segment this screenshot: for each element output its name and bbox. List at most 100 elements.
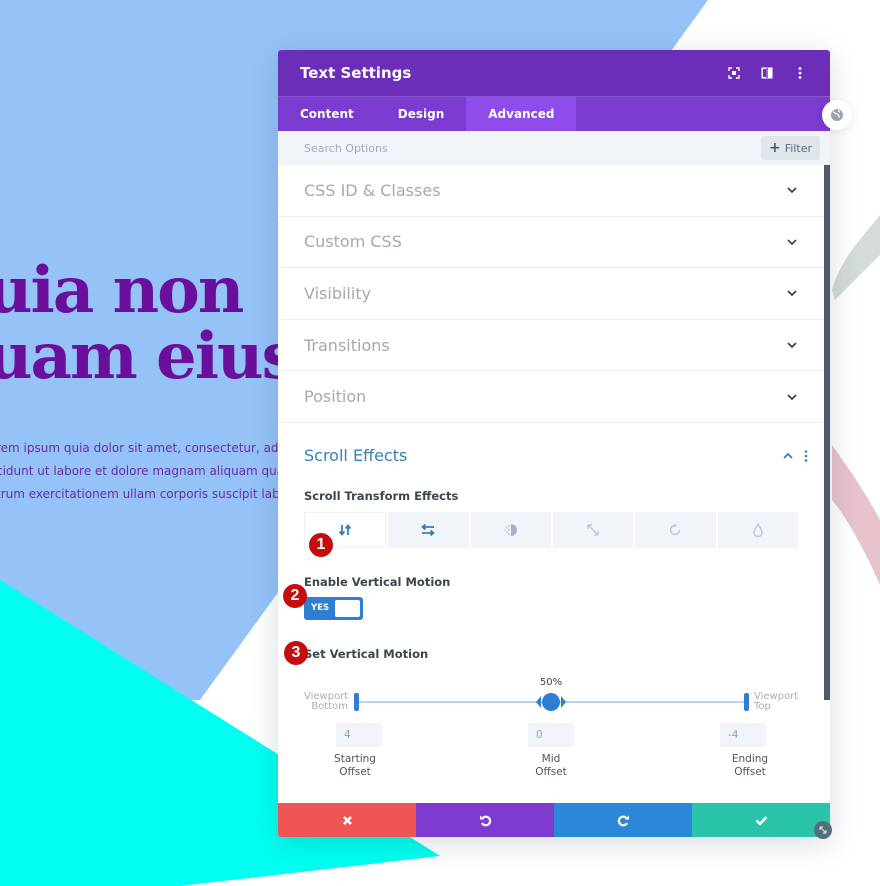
section-title: Scroll Effects: [304, 446, 408, 466]
hero-paragraph: rem ipsum quia dolor sit amet, consectet…: [0, 437, 278, 506]
redo-icon: [617, 815, 629, 826]
search-bar: + Filter: [278, 131, 830, 165]
resize-icon: [819, 826, 827, 834]
scaling-icon: [587, 524, 599, 536]
viewport-top-line: Top: [754, 700, 771, 712]
mid-offset-input[interactable]: [528, 722, 574, 747]
starting-offset-label: Starting Offset: [325, 753, 385, 779]
globe-icon: [831, 109, 843, 121]
section-position[interactable]: Position: [278, 371, 824, 423]
section-transitions[interactable]: Transitions: [278, 320, 824, 372]
chevron-down-icon: [787, 290, 797, 297]
undo-button[interactable]: [416, 803, 554, 837]
hero-heading-line: uam eius: [0, 319, 298, 394]
enable-vertical-motion-toggle[interactable]: YES: [304, 596, 363, 620]
hero-heading: uia non uam eius: [0, 253, 298, 394]
enable-vertical-motion-label: Enable Vertical Motion: [304, 574, 451, 589]
save-button[interactable]: [692, 803, 830, 837]
section-label: Visibility: [304, 283, 372, 303]
resize-handle[interactable]: [814, 821, 832, 839]
checkmark-icon: [755, 815, 767, 826]
filter-label: Filter: [784, 141, 812, 155]
chevron-down-icon: [787, 239, 797, 246]
tab-content[interactable]: Content: [278, 97, 376, 131]
scroll-effects-header[interactable]: Scroll Effects: [304, 423, 808, 489]
mid-offset-label: Mid Offset: [521, 753, 581, 779]
scrollbar[interactable]: [824, 165, 830, 700]
cancel-button[interactable]: [278, 803, 416, 837]
chevron-down-icon: [787, 187, 797, 194]
mid-arrow-right-icon: [561, 695, 566, 708]
chevron-up-icon[interactable]: [782, 452, 794, 460]
starting-offset-input[interactable]: [336, 722, 382, 747]
effect-blur[interactable]: [717, 511, 798, 548]
settings-tabs: Content Design Advanced: [278, 97, 830, 131]
scroll-effect-tabs: [304, 511, 798, 548]
effect-rotating[interactable]: [635, 511, 716, 548]
text-settings-modal: Text Settings Content Design Advanced + …: [278, 50, 830, 837]
expand-icon[interactable]: [726, 65, 742, 81]
offset-label-line: Offset: [339, 765, 371, 778]
undo-icon: [479, 815, 491, 826]
tab-design[interactable]: Design: [376, 97, 467, 131]
rotating-icon: [670, 523, 681, 536]
global-settings-button[interactable]: [822, 100, 852, 130]
section-label: CSS ID & Classes: [304, 180, 441, 200]
ending-offset-input[interactable]: [720, 722, 766, 747]
section-options-icon[interactable]: [804, 450, 808, 462]
blur-drop-icon: [753, 522, 763, 537]
modal-title: Text Settings: [300, 64, 412, 82]
offset-label-line: Ending: [731, 752, 769, 765]
chevron-down-icon: [787, 342, 797, 349]
hero-paragraph-line: rem ipsum quia dolor sit amet, consectet…: [0, 441, 278, 455]
fading-icon: [504, 523, 517, 536]
effect-horizontal-motion[interactable]: [388, 511, 469, 548]
split-view-icon[interactable]: [759, 65, 775, 81]
section-css-id-classes[interactable]: CSS ID & Classes: [278, 165, 824, 217]
section-label: Position: [304, 387, 367, 407]
section-visibility[interactable]: Visibility: [278, 268, 824, 320]
ending-offset-label: Ending Offset: [720, 753, 780, 779]
vertical-motion-range: 50% Viewport Bottom Viewport Top 4 0 -4 …: [304, 665, 798, 803]
plus-icon: +: [769, 140, 781, 156]
vertical-motion-icon: [338, 524, 352, 536]
viewport-bottom-label: Viewport Bottom: [304, 691, 348, 712]
step-badge-3: 3: [284, 641, 308, 665]
section-label: Custom CSS: [304, 232, 402, 252]
start-handle[interactable]: [354, 692, 359, 711]
toggle-knob: [335, 599, 360, 617]
close-icon: [342, 815, 352, 825]
viewport-top-label: Viewport Top: [754, 691, 798, 712]
effect-fading[interactable]: [470, 511, 551, 548]
section-label: Transitions: [304, 335, 390, 355]
search-options-input[interactable]: [304, 141, 762, 155]
filter-button[interactable]: + Filter: [761, 136, 820, 160]
section-scroll-effects: Scroll Effects Scroll Transform Effects: [278, 423, 824, 803]
redo-button[interactable]: [554, 803, 692, 837]
tab-advanced[interactable]: Advanced: [466, 97, 577, 131]
mid-percent-label: 50%: [539, 676, 563, 688]
step-badge-1: 1: [309, 533, 333, 557]
modal-footer: [278, 803, 830, 837]
settings-scroll-area: CSS ID & Classes Custom CSS Visibility T…: [278, 165, 824, 803]
scroll-transform-label: Scroll Transform Effects: [304, 488, 459, 503]
viewport-bottom-line: Bottom: [311, 700, 348, 712]
effect-scaling[interactable]: [552, 511, 634, 548]
toggle-state: YES: [311, 603, 330, 614]
offset-label-line: Offset: [734, 765, 766, 778]
end-handle[interactable]: [744, 692, 749, 711]
offset-label-line: Offset: [535, 765, 567, 778]
mid-arrow-left-icon: [536, 695, 541, 708]
step-badge-2: 2: [283, 584, 307, 608]
modal-header: Text Settings: [278, 50, 830, 97]
offset-label-line: Starting: [334, 752, 376, 765]
chevron-down-icon: [787, 394, 797, 400]
mid-handle[interactable]: [542, 692, 560, 711]
section-custom-css[interactable]: Custom CSS: [278, 217, 824, 269]
hero-paragraph-line: cidunt ut labore et dolore magnam aliqua…: [0, 464, 278, 478]
hero-paragraph-line: trum exercitationem ullam corporis susci…: [0, 487, 278, 501]
hero-heading-line: uia non: [0, 253, 244, 328]
set-vertical-motion-label: Set Vertical Motion: [304, 646, 429, 661]
more-options-icon[interactable]: [792, 65, 808, 81]
offset-label-line: Mid: [541, 752, 561, 765]
